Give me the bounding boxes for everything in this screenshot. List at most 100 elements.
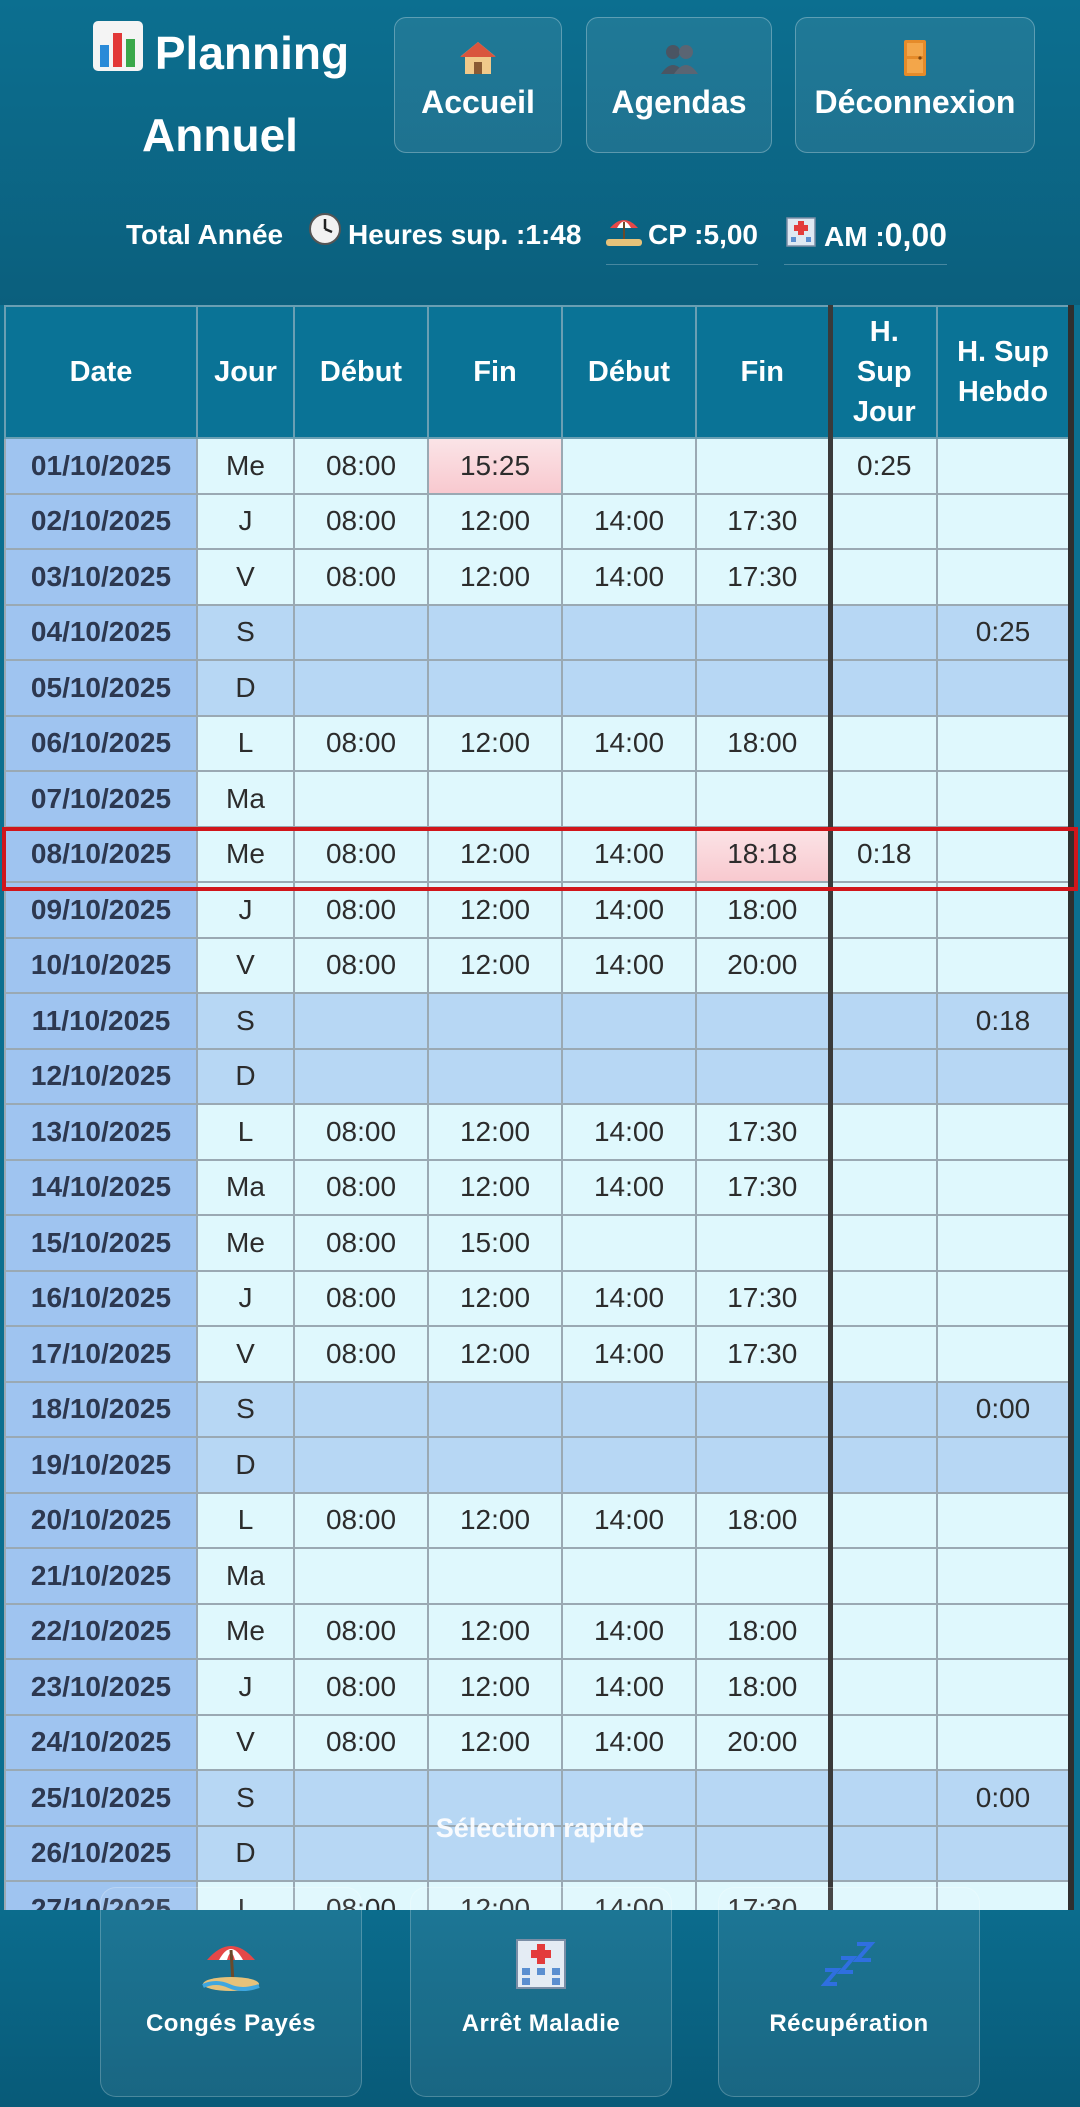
- cell-start1[interactable]: [293, 770, 429, 828]
- cell-end1[interactable]: [427, 770, 563, 828]
- cell-end1[interactable]: 12:00: [427, 714, 563, 772]
- cell-end1[interactable]: [427, 1380, 563, 1438]
- cell-start1[interactable]: [293, 659, 429, 717]
- cell-end1[interactable]: [427, 1436, 563, 1494]
- cell-end2[interactable]: 18:18: [695, 825, 833, 883]
- cell-start1[interactable]: [293, 603, 429, 661]
- cell-end2[interactable]: [695, 770, 833, 828]
- cell-end1[interactable]: 12:00: [427, 1325, 563, 1383]
- table-row[interactable]: 23/10/2025 J 08:00 12:00 14:00 18:00: [4, 1658, 1070, 1716]
- arret-maladie-button[interactable]: Arrêt Maladie: [410, 1887, 672, 2097]
- cell-end1[interactable]: 12:00: [427, 548, 563, 606]
- cell-end2[interactable]: [695, 1380, 833, 1438]
- cell-start2[interactable]: 14:00: [561, 1269, 697, 1327]
- cell-start1[interactable]: [293, 1047, 429, 1105]
- cell-end2[interactable]: 17:30: [695, 1325, 833, 1383]
- cell-end1[interactable]: 15:25: [427, 437, 563, 495]
- table-row[interactable]: 18/10/2025 S 0:00: [4, 1380, 1070, 1438]
- cell-start1[interactable]: 08:00: [293, 1491, 429, 1549]
- cell-end2[interactable]: [695, 659, 833, 717]
- cell-start2[interactable]: [561, 992, 697, 1050]
- cell-end2[interactable]: [695, 1436, 833, 1494]
- table-row[interactable]: 11/10/2025 S 0:18: [4, 992, 1070, 1050]
- cell-start2[interactable]: 14:00: [561, 825, 697, 883]
- cell-start1[interactable]: 08:00: [293, 1325, 429, 1383]
- cell-end1[interactable]: 12:00: [427, 1658, 563, 1716]
- cell-end1[interactable]: 12:00: [427, 1158, 563, 1216]
- cell-end1[interactable]: 12:00: [427, 936, 563, 994]
- table-row[interactable]: 01/10/2025 Me 08:00 15:25 0:25: [4, 437, 1070, 495]
- cell-end2[interactable]: [695, 1047, 833, 1105]
- cell-end2[interactable]: [695, 992, 833, 1050]
- table-row[interactable]: 15/10/2025 Me 08:00 15:00: [4, 1214, 1070, 1272]
- cell-end1[interactable]: 12:00: [427, 492, 563, 550]
- cell-end1[interactable]: 12:00: [427, 1103, 563, 1161]
- cell-end2[interactable]: 18:00: [695, 714, 833, 772]
- table-row[interactable]: 06/10/2025 L 08:00 12:00 14:00 18:00: [4, 714, 1070, 772]
- table-row[interactable]: 13/10/2025 L 08:00 12:00 14:00 17:30: [4, 1103, 1070, 1161]
- table-row[interactable]: 05/10/2025 D: [4, 659, 1070, 717]
- table-row[interactable]: 14/10/2025 Ma 08:00 12:00 14:00 17:30: [4, 1158, 1070, 1216]
- cell-start1[interactable]: 08:00: [293, 1658, 429, 1716]
- cell-start2[interactable]: [561, 770, 697, 828]
- cell-end2[interactable]: 20:00: [695, 936, 833, 994]
- nav-accueil-button[interactable]: Accueil: [394, 17, 562, 153]
- cell-end1[interactable]: 12:00: [427, 1269, 563, 1327]
- cell-end1[interactable]: 12:00: [427, 1713, 563, 1771]
- cell-end2[interactable]: [695, 603, 833, 661]
- table-row[interactable]: 21/10/2025 Ma: [4, 1547, 1070, 1605]
- cell-start1[interactable]: 08:00: [293, 714, 429, 772]
- nav-agendas-button[interactable]: Agendas: [586, 17, 772, 153]
- table-row[interactable]: 09/10/2025 J 08:00 12:00 14:00 18:00: [4, 881, 1070, 939]
- cell-start2[interactable]: 14:00: [561, 714, 697, 772]
- cell-start2[interactable]: [561, 1547, 697, 1605]
- cell-end2[interactable]: 17:30: [695, 1158, 833, 1216]
- cell-start1[interactable]: 08:00: [293, 437, 429, 495]
- cell-end1[interactable]: 12:00: [427, 881, 563, 939]
- cell-end2[interactable]: [695, 437, 833, 495]
- cell-end2[interactable]: 20:00: [695, 1713, 833, 1771]
- table-row[interactable]: 02/10/2025 J 08:00 12:00 14:00 17:30: [4, 492, 1070, 550]
- cell-end1[interactable]: [427, 603, 563, 661]
- cell-start1[interactable]: 08:00: [293, 1103, 429, 1161]
- cell-start1[interactable]: 08:00: [293, 1269, 429, 1327]
- cell-start2[interactable]: [561, 1047, 697, 1105]
- cell-end2[interactable]: [695, 1214, 833, 1272]
- table-row[interactable]: 22/10/2025 Me 08:00 12:00 14:00 18:00: [4, 1602, 1070, 1660]
- cell-end1[interactable]: [427, 992, 563, 1050]
- cell-end2[interactable]: 18:00: [695, 1491, 833, 1549]
- cell-start2[interactable]: 14:00: [561, 548, 697, 606]
- cell-start2[interactable]: 14:00: [561, 1658, 697, 1716]
- cell-start1[interactable]: 08:00: [293, 1214, 429, 1272]
- cell-start2[interactable]: 14:00: [561, 1602, 697, 1660]
- table-row[interactable]: 24/10/2025 V 08:00 12:00 14:00 20:00: [4, 1713, 1070, 1771]
- cell-start2[interactable]: 14:00: [561, 492, 697, 550]
- cell-start2[interactable]: 14:00: [561, 1158, 697, 1216]
- cell-end1[interactable]: [427, 1547, 563, 1605]
- conges-payes-button[interactable]: Congés Payés: [100, 1887, 362, 2097]
- table-row[interactable]: 10/10/2025 V 08:00 12:00 14:00 20:00: [4, 936, 1070, 994]
- cell-start1[interactable]: 08:00: [293, 1713, 429, 1771]
- table-row[interactable]: 03/10/2025 V 08:00 12:00 14:00 17:30: [4, 548, 1070, 606]
- cell-start2[interactable]: [561, 1380, 697, 1438]
- cell-start2[interactable]: 14:00: [561, 936, 697, 994]
- table-row[interactable]: 16/10/2025 J 08:00 12:00 14:00 17:30: [4, 1269, 1070, 1327]
- cell-start2[interactable]: [561, 603, 697, 661]
- cell-start2[interactable]: [561, 1214, 697, 1272]
- cell-start2[interactable]: [561, 437, 697, 495]
- cell-start1[interactable]: 08:00: [293, 825, 429, 883]
- cell-end2[interactable]: 18:00: [695, 1602, 833, 1660]
- cell-end2[interactable]: 18:00: [695, 881, 833, 939]
- cell-start1[interactable]: 08:00: [293, 1602, 429, 1660]
- cell-end2[interactable]: 17:30: [695, 1103, 833, 1161]
- cell-start1[interactable]: [293, 1380, 429, 1438]
- cell-end1[interactable]: 15:00: [427, 1214, 563, 1272]
- cell-end1[interactable]: [427, 659, 563, 717]
- cell-end2[interactable]: [695, 1547, 833, 1605]
- cell-start1[interactable]: 08:00: [293, 881, 429, 939]
- table-row[interactable]: 04/10/2025 S 0:25: [4, 603, 1070, 661]
- cell-start1[interactable]: [293, 1547, 429, 1605]
- table-row[interactable]: 08/10/2025 Me 08:00 12:00 14:00 18:18 0:18: [4, 825, 1070, 883]
- planning-table-container[interactable]: Date Jour Début Fin Début Fin H. Sup Jou…: [0, 305, 1080, 1910]
- table-row[interactable]: 20/10/2025 L 08:00 12:00 14:00 18:00: [4, 1491, 1070, 1549]
